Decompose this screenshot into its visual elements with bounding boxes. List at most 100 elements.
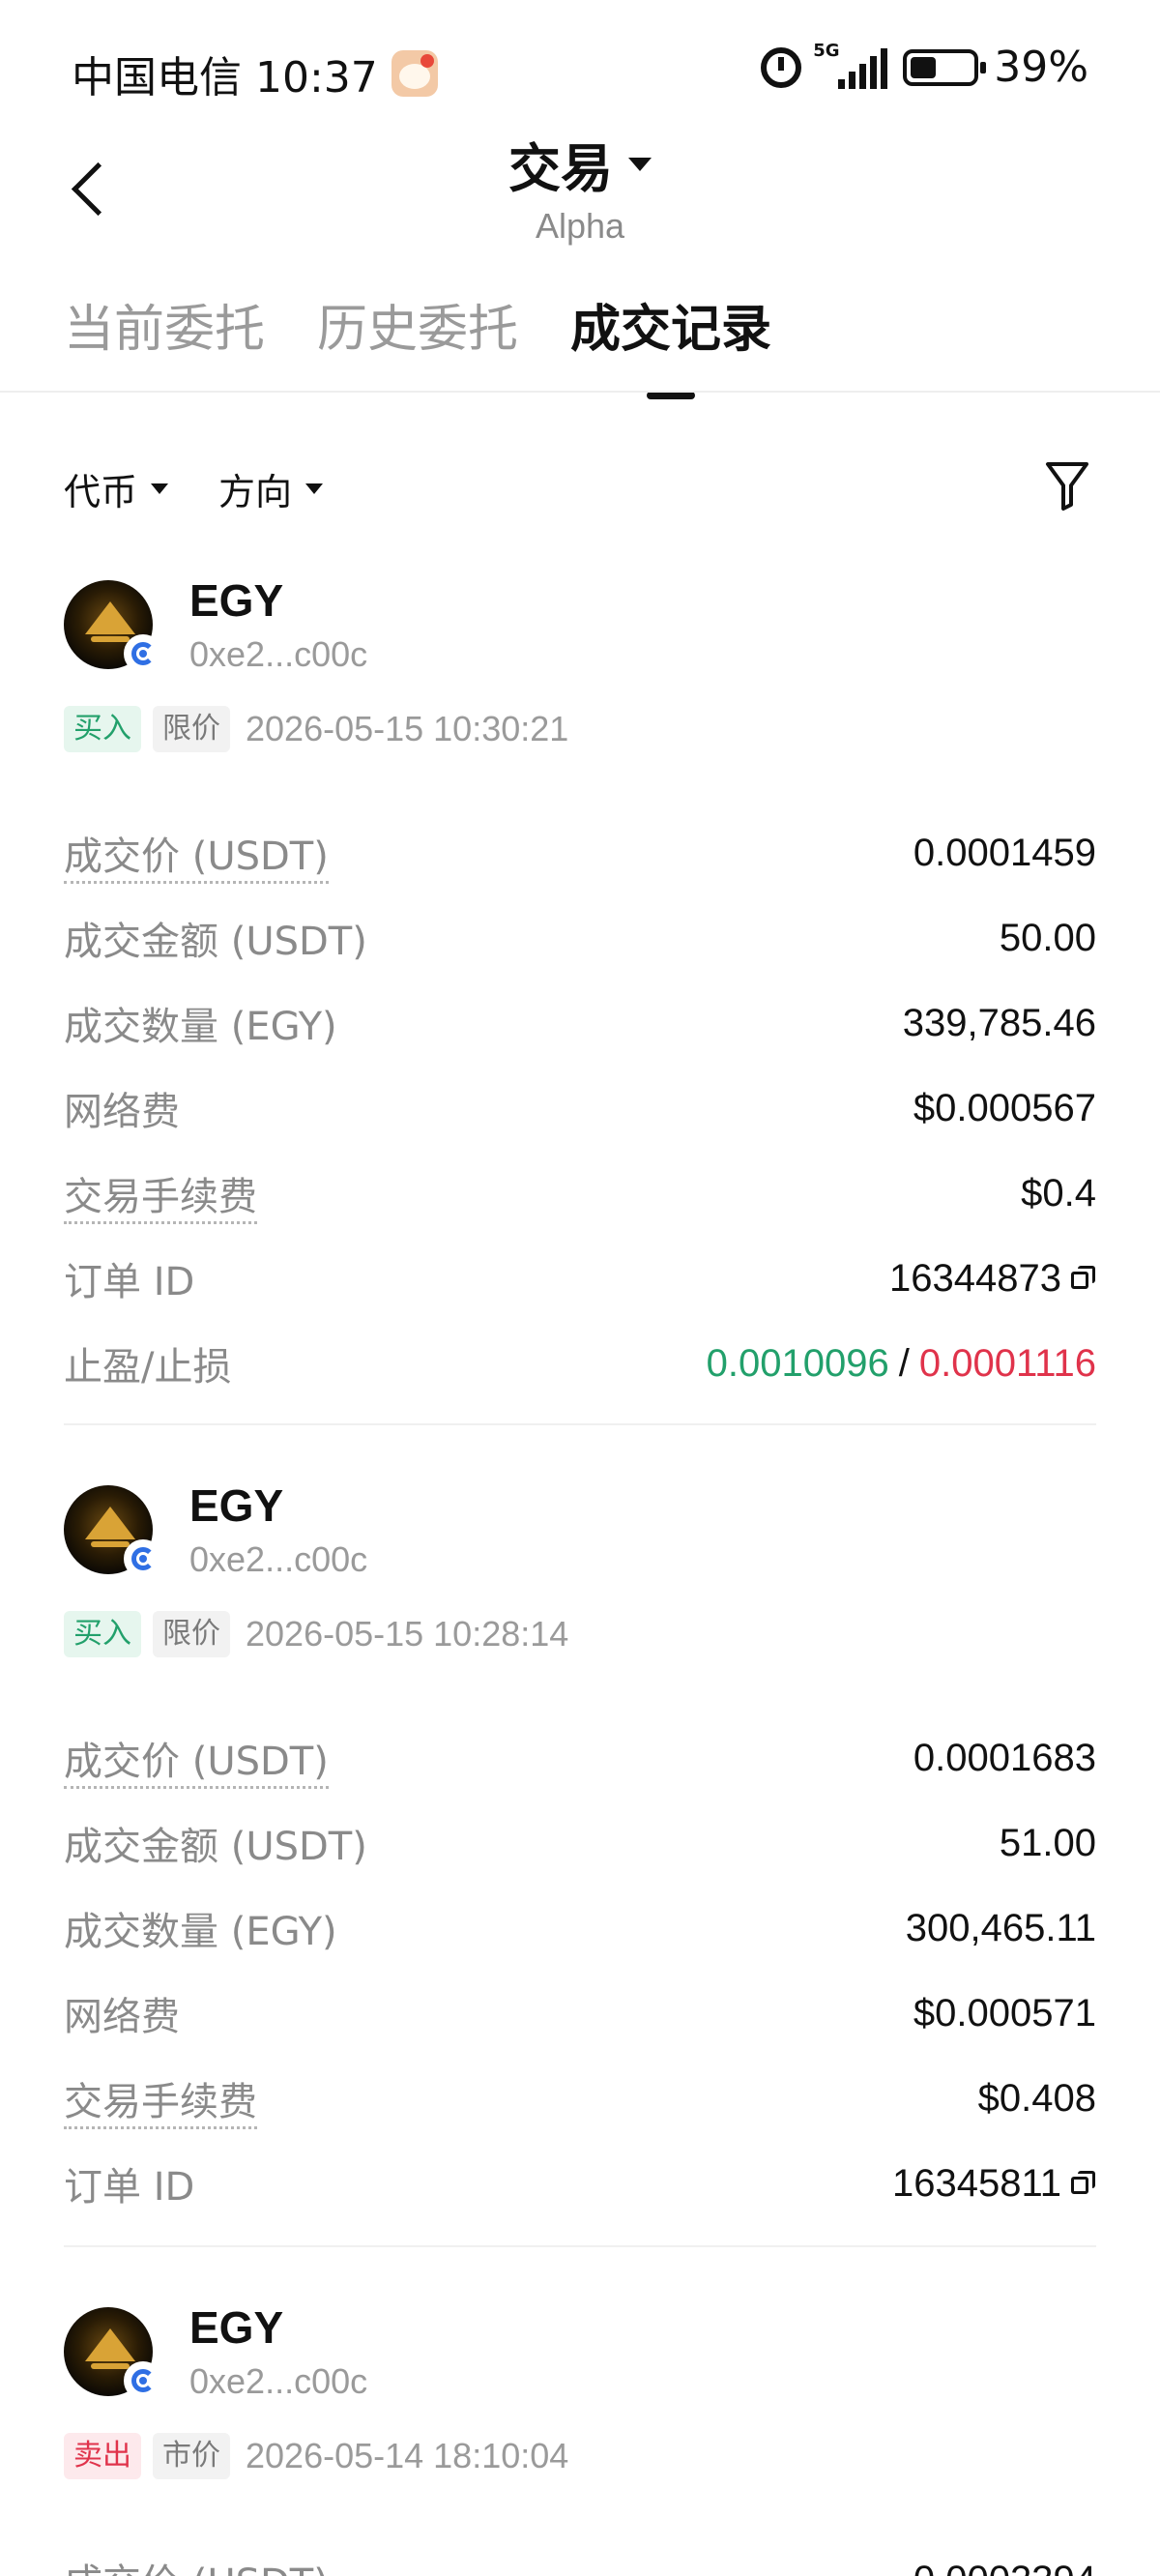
order-type-badge: 限价: [153, 706, 230, 752]
detail-row-trading-fee: 交易手续费 $0.4: [64, 1151, 1096, 1236]
detail-value: $0.000567: [913, 1086, 1096, 1129]
detail-label: 成交金额 (USDT): [64, 1825, 367, 1869]
page-title: 交易: [508, 138, 613, 199]
title-dropdown[interactable]: 交易: [508, 126, 652, 202]
detail-label: 网络费: [64, 1090, 180, 1134]
detail-label: 止盈/止损: [64, 1345, 232, 1390]
order-type-badge: 限价: [153, 1611, 230, 1657]
trade-details: 成交价 (USDT) 0.0001683 成交金额 (USDT) 51.00 成…: [64, 1715, 1096, 2226]
chain-badge-icon: [124, 2361, 162, 2400]
order-id-value: 16345811: [892, 2162, 1096, 2206]
take-profit-value: 0.0010096: [706, 1341, 889, 1385]
detail-value: $0.000571: [913, 1991, 1096, 2034]
caret-down-icon: [305, 483, 324, 494]
page-subtitle: Alpha: [535, 206, 625, 246]
tp-sl-value: 0.0010096/0.0001116: [706, 1341, 1096, 1385]
trade-tags: 卖出 市价 2026-05-14 18:10:04: [64, 2433, 568, 2479]
direction-filter-label: 方向: [218, 471, 293, 513]
detail-label: 网络费: [64, 1995, 180, 2039]
detail-label[interactable]: 交易手续费: [64, 2070, 257, 2129]
detail-row-price: 成交价 (USDT) 0.0002394: [64, 2537, 1096, 2576]
detail-value: $0.4: [1021, 1171, 1096, 1215]
order-id: 16344873: [889, 1256, 1061, 1300]
tab-trade-history[interactable]: 成交记录: [570, 288, 772, 399]
detail-value: 339,785.46: [902, 1001, 1096, 1044]
detail-label[interactable]: 成交价 (USDT): [64, 825, 329, 884]
detail-label[interactable]: 交易手续费: [64, 1165, 257, 1224]
detail-value: $0.408: [977, 2076, 1096, 2120]
detail-value: 0.0001459: [913, 831, 1096, 874]
detail-label: 成交金额 (USDT): [64, 920, 367, 964]
tab-label: 当前委托: [64, 301, 266, 359]
copy-icon[interactable]: [1071, 2171, 1096, 2196]
direction-filter[interactable]: 方向: [218, 462, 324, 515]
token-logo: [64, 580, 162, 673]
token-logo: [64, 1485, 162, 1578]
detail-row-order-id: 订单 ID 16345811: [64, 2141, 1096, 2226]
trade-details: 成交价 (USDT) 0.0002394: [64, 2537, 1096, 2576]
detail-row-network-fee: 网络费 $0.000571: [64, 1971, 1096, 2056]
chain-badge-icon: [124, 1539, 162, 1578]
alarm-icon: [761, 46, 802, 88]
order-type-badge: 市价: [153, 2433, 230, 2479]
detail-row-order-id: 订单 ID 16344873: [64, 1236, 1096, 1321]
token-filter[interactable]: 代币: [64, 462, 169, 515]
status-bar: 中国电信 10:37 5G 39%: [0, 0, 1160, 135]
detail-label[interactable]: 成交价 (USDT): [64, 2552, 329, 2576]
detail-row-network-fee: 网络费 $0.000567: [64, 1066, 1096, 1151]
detail-value: 51.00: [999, 1821, 1096, 1864]
detail-row-quantity: 成交数量 (EGY) 339,785.46: [64, 981, 1096, 1066]
token-symbol: EGY: [189, 575, 284, 626]
filter-bar: 代币 方向: [64, 462, 324, 515]
detail-value: 300,465.11: [905, 1906, 1096, 1949]
carrier-time: 中国电信 10:37: [72, 53, 378, 102]
side-badge: 买入: [64, 1611, 141, 1657]
status-bar-left: 中国电信 10:37: [72, 43, 438, 104]
trade-details: 成交价 (USDT) 0.0001459 成交金额 (USDT) 50.00 成…: [64, 810, 1096, 1406]
trade-tags: 买入 限价 2026-05-15 10:30:21: [64, 706, 568, 752]
card-divider: [64, 1423, 1096, 1425]
trade-time: 2026-05-15 10:30:21: [246, 709, 569, 748]
token-address: 0xe2...c00c: [189, 1539, 368, 1579]
token-address: 0xe2...c00c: [189, 634, 368, 674]
detail-value: 0.0002394: [914, 2559, 1096, 2576]
tab-label: 成交记录: [570, 301, 772, 359]
detail-row-quantity: 成交数量 (EGY) 300,465.11: [64, 1886, 1096, 1971]
token-filter-label: 代币: [64, 471, 138, 513]
card-divider: [64, 2245, 1096, 2247]
token-logo: [64, 2307, 162, 2400]
trade-tags: 买入 限价 2026-05-15 10:28:14: [64, 1611, 568, 1657]
tab-bar: 当前委托 历史委托 成交记录: [64, 288, 772, 399]
token-symbol: EGY: [189, 1480, 284, 1531]
detail-label: 成交数量 (EGY): [64, 1005, 337, 1049]
token-address: 0xe2...c00c: [189, 2361, 368, 2401]
chain-badge-icon: [124, 634, 162, 673]
side-badge: 买入: [64, 706, 141, 752]
tab-open-orders[interactable]: 当前委托: [64, 288, 265, 361]
trade-time: 2026-05-14 18:10:04: [246, 2436, 569, 2475]
detail-value: 50.00: [999, 916, 1096, 959]
order-id-value: 16344873: [889, 1257, 1096, 1301]
detail-label: 订单 ID: [64, 1260, 195, 1304]
token-symbol: EGY: [189, 2302, 284, 2353]
active-tab-indicator: [647, 392, 696, 399]
header: 交易 Alpha: [0, 126, 1160, 247]
caret-down-icon: [628, 157, 652, 171]
status-bar-right: 5G 39%: [761, 42, 1088, 92]
detail-row-price: 成交价 (USDT) 0.0001683: [64, 1715, 1096, 1800]
signal-icon: 5G: [813, 42, 888, 89]
filter-funnel-icon[interactable]: [1044, 458, 1090, 512]
tab-label: 历史委托: [317, 301, 519, 359]
detail-label[interactable]: 成交价 (USDT): [64, 1730, 329, 1789]
network-type: 5G: [813, 40, 840, 61]
copy-icon[interactable]: [1071, 1266, 1096, 1291]
stop-loss-value: 0.0001116: [918, 1341, 1096, 1385]
detail-row-trading-fee: 交易手续费 $0.408: [64, 2056, 1096, 2141]
detail-label: 成交数量 (EGY): [64, 1910, 337, 1954]
trade-time: 2026-05-15 10:28:14: [246, 1614, 569, 1654]
detail-row-tp-sl: 止盈/止损 0.0010096/0.0001116: [64, 1321, 1096, 1406]
detail-row-amount: 成交金额 (USDT) 50.00: [64, 895, 1096, 981]
side-badge: 卖出: [64, 2433, 141, 2479]
tab-order-history[interactable]: 历史委托: [317, 288, 518, 361]
order-id: 16345811: [892, 2161, 1061, 2205]
